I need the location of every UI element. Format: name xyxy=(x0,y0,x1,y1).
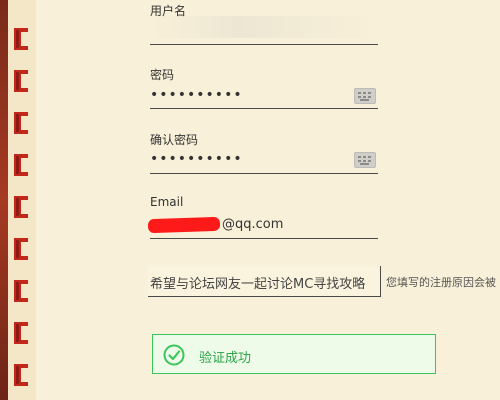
border-notch xyxy=(14,364,28,386)
border-notch xyxy=(14,112,28,134)
keyboard-icon[interactable] xyxy=(354,152,376,168)
keyboard-icon[interactable] xyxy=(354,88,376,104)
password-input[interactable]: •••••••••• xyxy=(150,87,243,103)
border-stripe xyxy=(0,0,8,400)
captcha-status[interactable]: 验证成功 xyxy=(152,334,436,374)
border-notch xyxy=(14,322,28,344)
password-underline xyxy=(150,108,378,109)
verification-status-text: 验证成功 xyxy=(199,351,252,366)
border-notch xyxy=(14,280,28,302)
email-underline xyxy=(150,238,378,239)
decorative-left-border xyxy=(0,0,36,400)
check-circle-icon xyxy=(163,344,185,366)
confirm-password-underline xyxy=(150,173,378,174)
border-notch xyxy=(14,28,28,50)
border-notch xyxy=(14,70,28,92)
username-input[interactable] xyxy=(150,16,376,38)
confirm-password-label: 确认密码 xyxy=(150,133,199,147)
border-notch xyxy=(14,196,28,218)
redaction-mark xyxy=(147,216,221,234)
confirm-password-input[interactable]: •••••••••• xyxy=(150,151,243,167)
email-label: Email xyxy=(150,195,184,209)
email-input[interactable]: @qq.com xyxy=(222,217,283,232)
border-notch xyxy=(14,154,28,176)
reason-hint: 您填写的注册原因会被 xyxy=(386,276,496,289)
reason-text: 希望与论坛网友一起讨论MC寻找攻略 xyxy=(150,277,366,292)
username-underline xyxy=(150,44,378,45)
registration-form: 用户名 密码 •••••••••• 确认密码 •••••••••• Email … xyxy=(147,0,500,400)
password-label: 密码 xyxy=(150,68,175,82)
border-notch xyxy=(14,238,28,260)
